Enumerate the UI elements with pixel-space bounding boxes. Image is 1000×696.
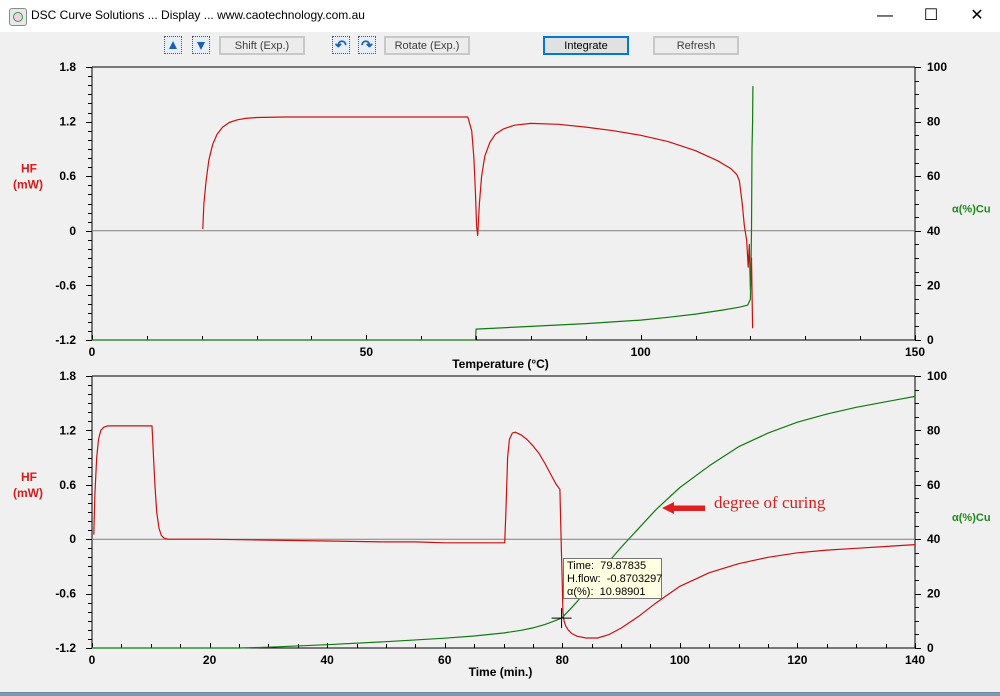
y2-tick-label: 80 (927, 423, 941, 437)
y2-tick-label: 0 (927, 641, 934, 655)
y-axis-unit: (mW) (13, 178, 43, 192)
temperature-chart[interactable]: -1.2 -0.6 0 0.6 1.2 1.8 0 20 40 60 80 100 0 50 100 150 T… (13, 60, 991, 371)
x-tick-label: 120 (787, 653, 807, 667)
y-tick-label: 1.2 (59, 423, 76, 437)
tooltip-time-value: 79.87835 (600, 560, 647, 572)
y2-tick-label: 40 (927, 532, 941, 546)
y-axis-title: HF (21, 162, 37, 176)
x-tick-label: 50 (360, 345, 374, 359)
heat-flow-curve (93, 425, 916, 639)
x-tick-label: 80 (556, 653, 570, 667)
app-window: DSC Curve Solutions ... Display ... www.… (0, 0, 1000, 693)
y2-tick-label: 100 (927, 369, 947, 383)
y-tick-label: 0 (69, 532, 76, 546)
alpha-curve (92, 395, 916, 649)
y2-tick-label: 100 (927, 60, 947, 74)
y-tick-label: -1.2 (55, 641, 76, 655)
y2-axis-title: α(%)Cu (952, 204, 991, 216)
y2-tick-label: 20 (927, 278, 941, 292)
tooltip-hflow-value: -0.8703297 (606, 573, 663, 585)
tooltip-alpha-value: 10.98901 (599, 586, 646, 598)
y-tick-label: 0 (69, 224, 76, 238)
y2-tick-label: 40 (927, 224, 941, 238)
x-axis-title: Temperature (°C) (452, 357, 549, 371)
y2-tick-label: 20 (927, 587, 941, 601)
x-tick-label: 100 (631, 345, 651, 359)
alpha-curve (92, 86, 754, 341)
y-tick-label: 1.8 (59, 369, 76, 383)
y2-tick-label: 60 (927, 478, 941, 492)
x-tick-label: 20 (203, 653, 217, 667)
y-tick-label: -1.2 (55, 333, 76, 347)
x-tick-label: 60 (438, 653, 452, 667)
y-axis-title: HF (21, 470, 37, 484)
y-tick-label: 1.2 (59, 115, 76, 129)
x-tick-label: 150 (905, 345, 925, 359)
data-tooltip: Time: 79.87835 H.flow: -0.8703297 α(%): … (563, 558, 662, 599)
y2-tick-label: 80 (927, 115, 941, 129)
time-chart[interactable]: -1.2 -0.6 0 0.6 1.2 1.8 0 20 40 60 80 100 0 20 40 60 80 1… (13, 369, 991, 679)
x-tick-label: 40 (320, 653, 334, 667)
charts-canvas[interactable]: -1.2-0.600.61.21.80204060801000 50 100 150T… (0, 0, 1000, 696)
annotation-text: degree of curing (714, 493, 826, 512)
y-axis-unit: (mW) (13, 486, 43, 500)
x-tick-label: 100 (670, 653, 690, 667)
y2-tick-label: 0 (927, 333, 934, 347)
y-tick-label: -0.6 (55, 278, 76, 292)
y2-tick-label: 60 (927, 169, 941, 183)
heat-flow-curve (202, 116, 754, 329)
y-tick-label: 1.8 (59, 60, 76, 74)
arrow-left-icon (662, 502, 705, 514)
y2-axis-title: α(%)Cu (952, 512, 991, 524)
y-tick-label: -0.6 (55, 587, 76, 601)
x-axis-title: Time (min.) (469, 665, 533, 679)
y-tick-label: 0.6 (59, 478, 76, 492)
tooltip-alpha-label: α(%): (567, 586, 594, 598)
x-tick-label: 0 (89, 653, 96, 667)
x-tick-label: 0 (89, 345, 96, 359)
tooltip-hflow-label: H.flow: (567, 573, 601, 585)
y-tick-label: 0.6 (59, 169, 76, 183)
tooltip-time-label: Time: (567, 560, 595, 572)
x-tick-label: 140 (905, 653, 925, 667)
annotation: degree of curing (662, 493, 826, 514)
